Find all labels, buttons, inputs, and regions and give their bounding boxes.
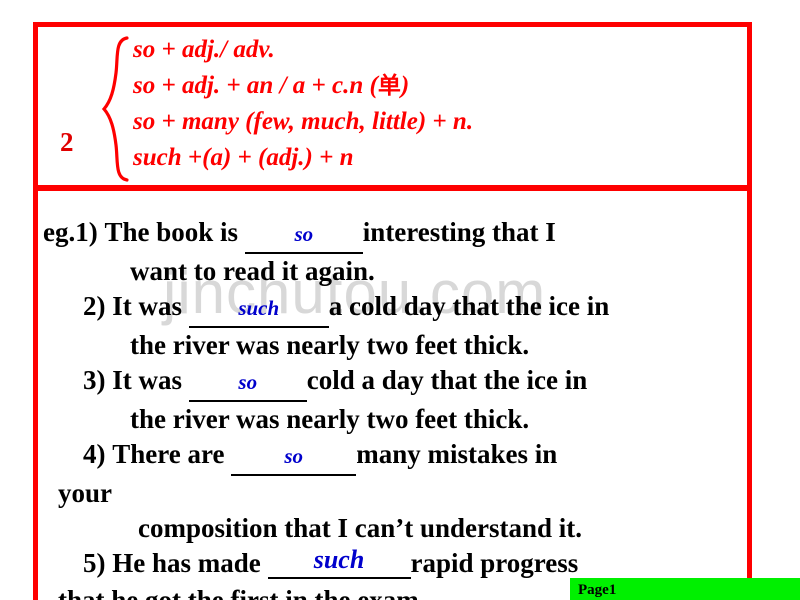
example-3-label: 3): [83, 365, 106, 395]
formula-line-1: so + adj./ adv.: [133, 36, 275, 63]
example-1-label: eg.1): [43, 217, 98, 247]
example-row-4: 4) There are so many mistakes in: [38, 437, 747, 476]
example-4-continuation-a: your: [58, 478, 112, 508]
example-4-before: There are: [112, 439, 225, 469]
example-1-before: The book is: [104, 217, 239, 247]
example-5-after: rapid progress: [410, 548, 579, 578]
formula-item-number: 2: [60, 127, 74, 157]
example-row-1-cont: want to read it again.: [38, 254, 747, 289]
example-3-continuation: the river was nearly two feet thick.: [130, 404, 530, 434]
page-indicator-label: Page1: [578, 582, 617, 598]
formula-line-2-prefix: so + adj. + an / a + c.n (: [133, 72, 378, 99]
examples-list: eg.1) The book is so interesting that I w…: [38, 215, 747, 600]
example-2-after: a cold day that the ice in: [328, 291, 610, 321]
example-row-4-cont-b: composition that I can’t understand it.: [38, 511, 747, 546]
example-2-continuation: the river was nearly two feet thick.: [130, 330, 530, 360]
slide-content-frame: 2 so + adj./ adv. so + adj. + an / a + c…: [33, 22, 752, 600]
example-2-label: 2): [83, 291, 106, 321]
example-2-answer-blank[interactable]: such: [188, 291, 329, 328]
example-row-3: 3) It was so cold a day that the ice in: [38, 363, 747, 402]
formula-box: 2 so + adj./ adv. so + adj. + an / a + c…: [33, 22, 752, 190]
formula-line-2: so + adj. + an / a + c.n (单): [133, 68, 733, 104]
example-4-answer-blank[interactable]: so: [231, 439, 357, 476]
example-4-after: many mistakes in: [356, 439, 558, 469]
formula-line-2-suffix: ): [400, 72, 410, 99]
formula-line-list: so + adj./ adv. so + adj. + an / a + c.n…: [133, 32, 733, 176]
formula-line-3: so + many (few, much, little) + n.: [133, 108, 474, 135]
example-row-2: 2) It was such a cold day that the ice in: [38, 289, 747, 328]
example-5-before: He has made: [112, 548, 261, 578]
page-indicator-box[interactable]: Page1: [570, 578, 800, 600]
example-row-2-cont: the river was nearly two feet thick.: [38, 328, 747, 363]
formula-line-2-cjk: 单: [377, 73, 401, 99]
example-3-before: It was: [112, 365, 183, 395]
example-3-answer-blank[interactable]: so: [188, 365, 307, 402]
example-1-continuation: want to read it again.: [130, 256, 375, 286]
left-curly-brace-icon: [101, 35, 133, 183]
example-5-label: 5): [83, 548, 106, 578]
example-row-1: eg.1) The book is so interesting that I: [38, 215, 747, 254]
example-row-4-cont-a: your: [38, 476, 747, 511]
formula-line-4: such +(a) + (adj.) + n: [133, 144, 354, 171]
example-5-answer-blank[interactable]: such: [267, 542, 411, 579]
example-row-3-cont: the river was nearly two feet thick.: [38, 402, 747, 437]
example-5-continuation: that he got the first in the exam.: [58, 585, 426, 600]
example-4-label: 4): [83, 439, 106, 469]
example-3-after: cold a day that the ice in: [306, 365, 588, 395]
example-1-answer-blank[interactable]: so: [244, 217, 363, 254]
example-2-before: It was: [112, 291, 183, 321]
example-4-continuation-b: composition that I can’t understand it.: [138, 513, 583, 543]
examples-box: eg.1) The book is so interesting that I w…: [33, 186, 752, 600]
example-1-after: interesting that I: [362, 217, 556, 247]
